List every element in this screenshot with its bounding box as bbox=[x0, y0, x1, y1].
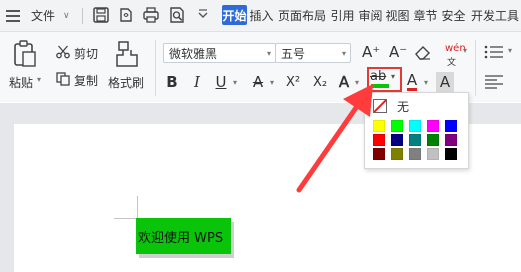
text-effect-glyph: A bbox=[338, 73, 350, 92]
format-painter-icon[interactable] bbox=[115, 40, 139, 68]
no-color-icon bbox=[373, 99, 387, 113]
separator bbox=[155, 40, 156, 96]
color-swatch[interactable] bbox=[427, 148, 439, 160]
tab-references[interactable]: 引用 bbox=[330, 5, 355, 25]
margin-corner-mark bbox=[137, 196, 138, 219]
eraser-icon[interactable] bbox=[414, 44, 432, 60]
no-color-option[interactable]: 无 bbox=[373, 98, 409, 114]
file-menu[interactable]: 文件 bbox=[31, 0, 55, 31]
margin-corner-mark bbox=[114, 218, 138, 219]
grow-font-button[interactable]: A⁺ bbox=[362, 43, 380, 61]
customize-toolbar-icon[interactable] bbox=[194, 6, 212, 24]
print-preview-icon[interactable] bbox=[168, 6, 186, 24]
chevron-down-icon[interactable]: ▾ bbox=[230, 72, 240, 92]
tab-insert[interactable]: 插入 bbox=[249, 5, 274, 25]
chevron-down-icon: ▾ bbox=[266, 48, 271, 58]
superscript-button[interactable]: X² bbox=[282, 72, 304, 92]
save-icon[interactable] bbox=[92, 6, 110, 24]
chevron-down-icon[interactable]: ▾ bbox=[463, 46, 467, 55]
color-swatch[interactable] bbox=[373, 148, 385, 160]
copy-icon bbox=[56, 72, 70, 86]
highlight-button[interactable]: ab ▾ bbox=[367, 67, 402, 92]
font-size-select[interactable]: 五号 ▾ bbox=[275, 43, 351, 63]
strikethrough-button[interactable]: A bbox=[250, 72, 266, 92]
color-swatch[interactable] bbox=[391, 120, 403, 132]
print-icon[interactable] bbox=[142, 6, 160, 24]
font-size-value: 五号 bbox=[281, 46, 306, 61]
format-painter-button[interactable]: 格式刷 bbox=[108, 74, 144, 91]
subscript-button[interactable]: X₂ bbox=[309, 72, 331, 92]
italic-button[interactable]: I bbox=[188, 72, 206, 92]
highlight-glyph: ab bbox=[370, 69, 387, 84]
separator bbox=[475, 40, 476, 96]
font-color-button[interactable]: A bbox=[404, 72, 420, 92]
menu-bar: 文件 ∨ 开始 插入 页面布局 引用 审阅 视图 章节 安全 开发工具 bbox=[0, 0, 521, 32]
shrink-font-button[interactable]: A⁻ bbox=[389, 43, 407, 61]
tab-chapter[interactable]: 章节 bbox=[413, 5, 438, 25]
tab-home[interactable]: 开始 bbox=[222, 5, 247, 25]
color-swatch[interactable] bbox=[409, 148, 421, 160]
phonetic-guide-glyph: 文 bbox=[447, 58, 457, 68]
cut-button[interactable]: 剪切 bbox=[74, 45, 98, 62]
chevron-down-icon[interactable]: ▾ bbox=[421, 72, 431, 92]
font-name-select[interactable]: 微软雅黑 ▾ bbox=[163, 43, 276, 63]
color-swatch[interactable] bbox=[427, 134, 439, 146]
copy-button[interactable]: 复制 bbox=[74, 72, 98, 89]
color-swatch[interactable] bbox=[445, 134, 457, 146]
bold-button[interactable]: B bbox=[163, 72, 181, 92]
tab-view[interactable]: 视图 bbox=[385, 5, 410, 25]
character-shading-button[interactable]: A bbox=[436, 72, 454, 92]
color-swatch[interactable] bbox=[409, 120, 421, 132]
color-swatch[interactable] bbox=[445, 148, 457, 160]
chevron-down-icon[interactable]: ▾ bbox=[37, 75, 41, 84]
tab-developer-tools[interactable]: 开发工具 bbox=[471, 5, 521, 25]
tab-review[interactable]: 审阅 bbox=[358, 5, 383, 25]
paste-button[interactable]: 粘贴 bbox=[9, 74, 33, 91]
highlight-color-menu: 无 bbox=[364, 92, 469, 169]
separator bbox=[82, 8, 83, 24]
chevron-down-icon[interactable]: ∨ bbox=[63, 0, 70, 31]
chevron-down-icon[interactable]: ▾ bbox=[508, 46, 512, 55]
chevron-down-icon[interactable]: ▾ bbox=[352, 72, 362, 92]
highlight-color-bar bbox=[371, 84, 389, 88]
color-swatch[interactable] bbox=[445, 120, 457, 132]
scissors-icon bbox=[56, 45, 70, 59]
color-swatch[interactable] bbox=[391, 134, 403, 146]
no-color-label: 无 bbox=[397, 99, 410, 114]
chevron-down-icon[interactable]: ▾ bbox=[267, 72, 277, 92]
output-pdf-icon[interactable] bbox=[117, 6, 135, 24]
align-left-icon[interactable] bbox=[484, 74, 504, 90]
chevron-down-icon: ▾ bbox=[391, 72, 396, 81]
color-swatch[interactable] bbox=[427, 120, 439, 132]
tab-security[interactable]: 安全 bbox=[441, 5, 466, 25]
highlighted-text[interactable]: 欢迎使用 WPS bbox=[136, 218, 231, 254]
hamburger-menu-icon[interactable] bbox=[4, 0, 22, 31]
color-swatch[interactable] bbox=[373, 120, 385, 132]
font-color-glyph: A bbox=[406, 71, 418, 91]
text-effect-button[interactable]: A bbox=[335, 72, 353, 92]
bullet-list-icon[interactable] bbox=[484, 44, 504, 60]
underline-button[interactable]: U bbox=[213, 72, 229, 92]
color-swatch[interactable] bbox=[409, 134, 421, 146]
color-swatch[interactable] bbox=[373, 134, 385, 146]
font-name-value: 微软雅黑 bbox=[169, 46, 218, 61]
paste-icon[interactable] bbox=[12, 40, 38, 68]
chevron-down-icon: ▾ bbox=[341, 48, 346, 58]
color-swatch[interactable] bbox=[391, 148, 403, 160]
tab-page-layout[interactable]: 页面布局 bbox=[277, 5, 327, 25]
